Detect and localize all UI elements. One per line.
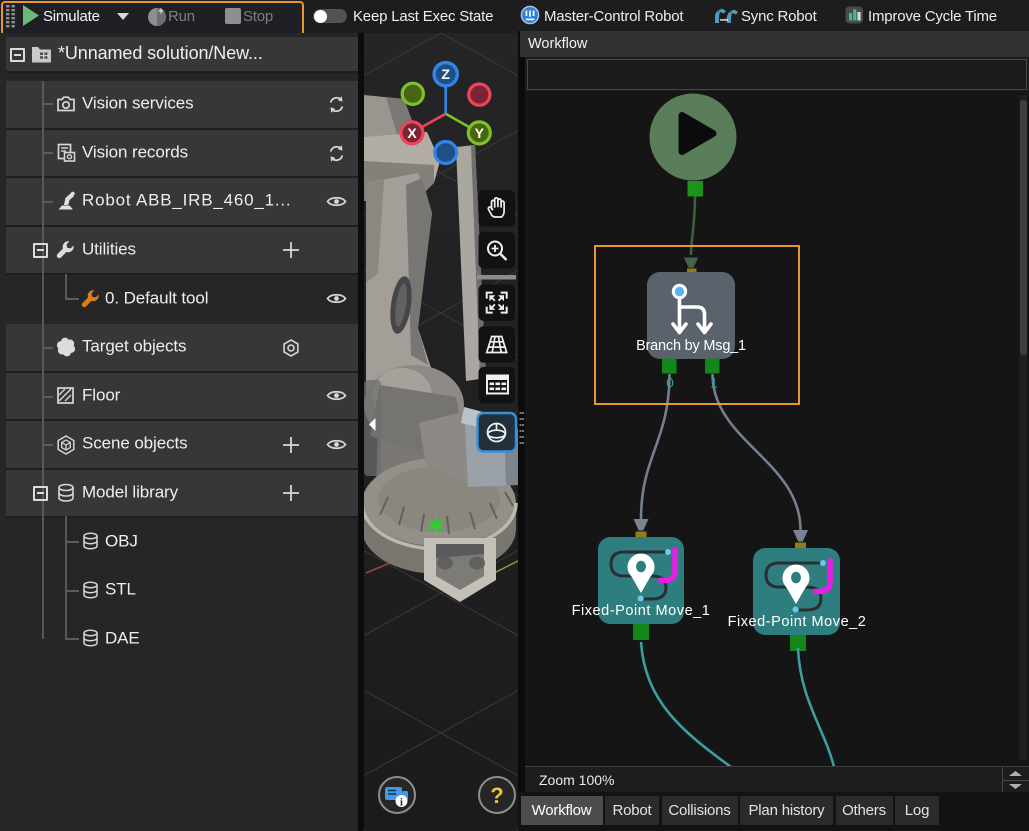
svg-text:i: i (400, 797, 403, 808)
svg-text:?: ? (490, 783, 503, 808)
svg-text:Branch by Msg_1: Branch by Msg_1 (636, 338, 746, 354)
svg-text:0: 0 (666, 376, 674, 391)
svg-text:Fixed-Point Move_1: Fixed-Point Move_1 (572, 603, 711, 619)
svg-text:Z: Z (441, 66, 450, 82)
svg-text:Fixed-Point Move_2: Fixed-Point Move_2 (728, 614, 867, 630)
svg-text:1: 1 (710, 376, 718, 391)
svg-text:Y: Y (475, 125, 485, 141)
svg-text:X: X (407, 125, 417, 141)
